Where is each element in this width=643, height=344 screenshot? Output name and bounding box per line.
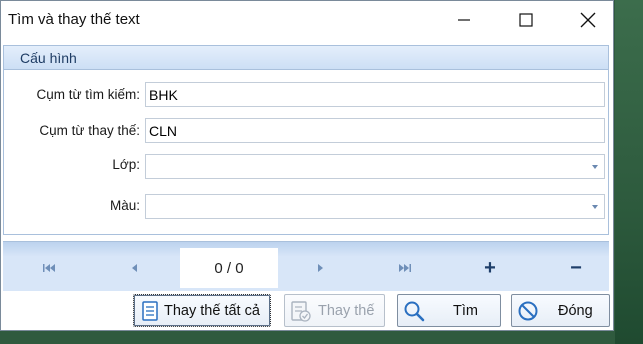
search-term-input[interactable]: BHK xyxy=(145,82,605,107)
last-record-button[interactable] xyxy=(390,250,420,286)
prev-record-button[interactable] xyxy=(120,250,150,286)
replace-term-value: CLN xyxy=(149,123,178,139)
minimize-button[interactable] xyxy=(441,1,487,39)
add-record-button[interactable]: + xyxy=(475,250,505,286)
record-navigator: 0 / 0 + − xyxy=(3,241,609,291)
desktop-background xyxy=(615,0,643,344)
replace-button[interactable]: Thay thế xyxy=(284,294,385,327)
color-label: Màu: xyxy=(109,198,140,213)
maximize-icon xyxy=(519,13,533,27)
first-record-icon xyxy=(43,264,55,272)
layer-label: Lớp: xyxy=(112,157,140,172)
title-bar: Tìm và thay thế text xyxy=(1,1,613,39)
first-record-button[interactable] xyxy=(35,250,65,286)
close-dialog-button[interactable]: Đóng xyxy=(511,294,610,327)
next-record-icon xyxy=(318,264,323,272)
replace-term-input[interactable]: CLN xyxy=(145,118,605,143)
minimize-icon xyxy=(458,19,470,21)
no-entry-icon xyxy=(518,301,538,321)
config-group: Cấu hình Cụm từ tìm kiếm: BHK Cụm từ tha… xyxy=(3,45,609,235)
document-check-icon xyxy=(291,301,311,322)
replace-all-label: Thay thế tất cả xyxy=(164,303,260,319)
magnifier-icon xyxy=(404,301,425,322)
remove-record-button[interactable]: − xyxy=(561,250,591,286)
replace-label: Thay thế xyxy=(318,303,375,319)
chevron-down-icon[interactable] xyxy=(592,205,598,209)
close-label: Đóng xyxy=(558,303,593,319)
document-list-icon xyxy=(142,301,158,321)
find-label: Tìm xyxy=(453,303,478,319)
layer-combo[interactable] xyxy=(145,154,605,179)
search-term-value: BHK xyxy=(149,87,178,103)
chevron-down-icon[interactable] xyxy=(592,165,598,169)
close-icon xyxy=(580,12,596,28)
prev-record-icon xyxy=(132,264,137,272)
window-title: Tìm và thay thế text xyxy=(8,11,140,28)
last-record-icon xyxy=(399,264,411,272)
config-group-title: Cấu hình xyxy=(20,50,77,66)
next-record-button[interactable] xyxy=(305,250,335,286)
replace-term-label: Cụm từ thay thế: xyxy=(39,123,140,138)
replace-all-button[interactable]: Thay thế tất cả xyxy=(133,294,271,327)
find-replace-dialog: Tìm và thay thế text Cấu hình Cụm từ tìm… xyxy=(0,0,614,331)
config-group-header: Cấu hình xyxy=(4,46,608,70)
record-position: 0 / 0 xyxy=(180,248,278,288)
search-term-label: Cụm từ tìm kiếm: xyxy=(36,87,140,102)
find-button[interactable]: Tìm xyxy=(397,294,501,327)
close-window-button[interactable] xyxy=(565,1,611,39)
color-combo[interactable] xyxy=(145,194,605,219)
maximize-button[interactable] xyxy=(503,1,549,39)
